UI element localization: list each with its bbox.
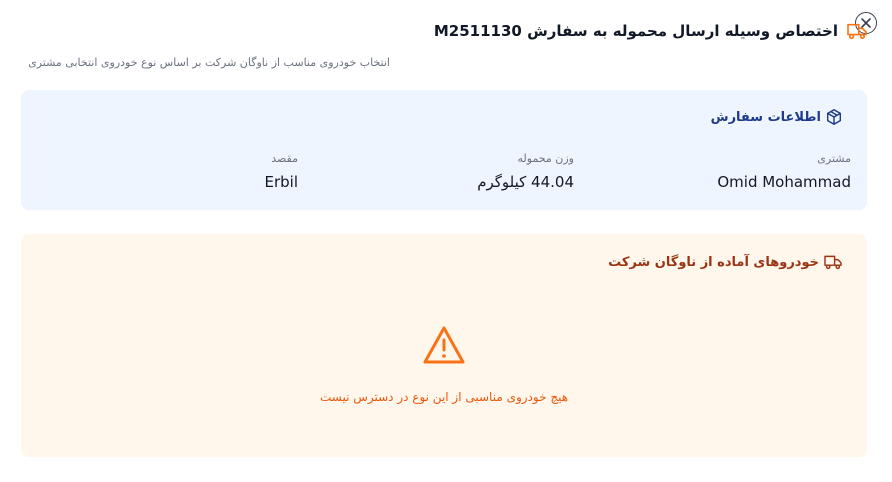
empty-message: هیچ خودروی مناسبی از این نوع در دسترس نی…	[319, 390, 569, 404]
truck-icon	[847, 23, 867, 40]
order-info-card: اطلاعات سفارش مشتری Omid Mohammad وزن مح…	[21, 90, 867, 210]
vehicles-header: خودروهای آماده از ناوگان شرکت	[608, 254, 843, 270]
destination-field: مقصد Erbil	[264, 152, 298, 191]
order-info-title: اطلاعات سفارش	[710, 109, 821, 125]
warning-triangle-icon	[423, 326, 465, 364]
weight-value: 44.04 کیلوگرم	[477, 173, 574, 191]
dialog-title: اختصاص وسیله ارسال محموله به سفارش M2511…	[433, 22, 838, 40]
weight-field: وزن محموله 44.04 کیلوگرم	[477, 152, 574, 191]
assign-vehicle-dialog: اختصاص وسیله ارسال محموله به سفارش M2511…	[0, 0, 892, 482]
weight-label: وزن محموله	[517, 152, 574, 165]
package-icon	[826, 109, 842, 125]
vehicles-title: خودروهای آماده از ناوگان شرکت	[608, 254, 819, 270]
truck-icon	[824, 255, 842, 270]
destination-value: Erbil	[264, 173, 298, 191]
available-vehicles-card: خودروهای آماده از ناوگان شرکت هیچ خودروی…	[21, 234, 867, 457]
customer-value: Omid Mohammad	[717, 173, 851, 191]
dialog-header: اختصاص وسیله ارسال محموله به سفارش M2511…	[434, 22, 868, 40]
order-info-header: اطلاعات سفارش	[711, 108, 843, 126]
dialog-subtitle: انتخاب خودروی مناسب از ناوگان شرکت بر اس…	[28, 56, 390, 69]
customer-label: مشتری	[817, 152, 851, 165]
destination-label: مقصد	[271, 152, 298, 165]
empty-state: هیچ خودروی مناسبی از این نوع در دسترس نی…	[21, 324, 867, 404]
customer-field: مشتری Omid Mohammad	[717, 152, 851, 191]
